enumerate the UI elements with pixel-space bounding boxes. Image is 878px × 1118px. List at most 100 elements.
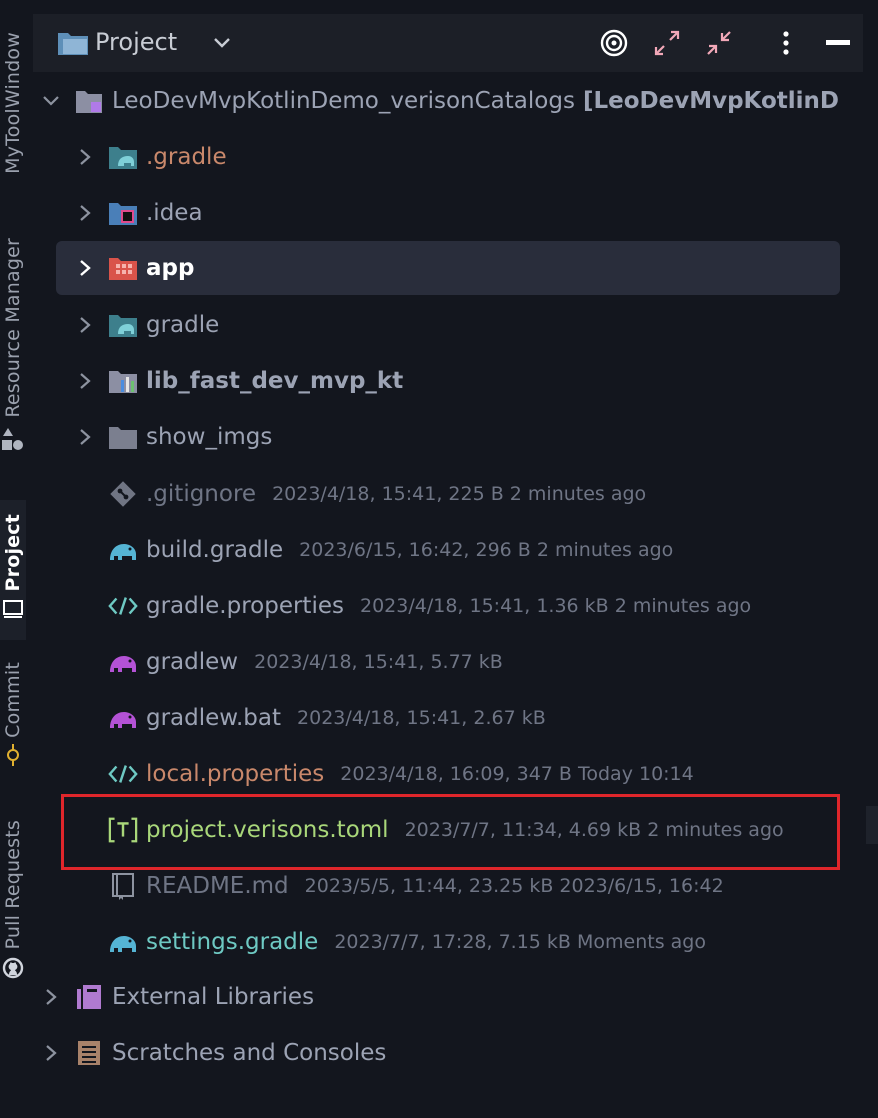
item-name: gradlew.bat (146, 705, 282, 731)
locate-button[interactable] (599, 28, 629, 58)
locate-icon (600, 29, 628, 57)
root-module: [LeoDevMvpKotlinD (582, 88, 839, 114)
tab-commit[interactable]: Commit (0, 662, 26, 782)
gradle-file-icon (108, 535, 138, 565)
git-icon (108, 479, 138, 509)
item-name: settings.gradle (146, 929, 319, 955)
item-meta: 2023/7/7, 17:28, 7.15 kB Moments ago (334, 931, 706, 953)
item-meta: 2023/4/18, 16:09, 347 B Today 10:14 (340, 763, 694, 785)
item-name: gradle (146, 312, 220, 338)
chevron-right-icon[interactable] (74, 426, 96, 448)
tab-resource-manager-label: Resource Manager (2, 238, 24, 418)
tree-item-build-gradle[interactable]: build.gradle 2023/6/15, 16:42, 296 B 2 m… (108, 528, 673, 572)
tree-item-gradle-dir[interactable]: .gradle (74, 135, 227, 179)
tree-root[interactable]: LeoDevMvpKotlinDemo_verisonCatalogs [Leo… (40, 79, 839, 123)
tree-item-local-properties[interactable]: local.properties 2023/4/18, 16:09, 347 B… (108, 752, 694, 796)
tab-resource-manager[interactable]: Resource Manager (0, 238, 26, 474)
chevron-down-icon[interactable] (40, 90, 62, 112)
item-meta: 2023/6/15, 16:42, 296 B 2 minutes ago (299, 539, 674, 561)
item-name: .idea (146, 200, 203, 226)
more-options-icon (783, 31, 789, 55)
project-folder-icon (58, 33, 88, 55)
properties-icon (108, 759, 138, 789)
item-name: Scratches and Consoles (112, 1040, 387, 1066)
tree-item-lib-module[interactable]: lib_fast_dev_mvp_kt (74, 359, 403, 403)
library-module-icon (108, 366, 138, 396)
item-name: app (146, 255, 195, 281)
item-name: build.gradle (146, 537, 284, 563)
chevron-right-icon[interactable] (74, 370, 96, 392)
collapse-all-icon (707, 31, 731, 55)
github-icon (2, 958, 24, 979)
item-meta: 2023/4/18, 15:41, 225 B 2 minutes ago (272, 483, 647, 505)
expand-all-icon (654, 30, 680, 56)
tree-item-external-libraries[interactable]: External Libraries (40, 975, 314, 1019)
collapse-all-button[interactable] (704, 28, 734, 58)
expand-all-button[interactable] (652, 28, 682, 58)
properties-icon (108, 591, 138, 621)
shapes-icon (2, 427, 23, 450)
item-name: .gradle (146, 144, 227, 170)
gradlew-icon (108, 703, 138, 733)
scrollbar-thumb[interactable] (866, 806, 878, 844)
libraries-icon (74, 982, 104, 1012)
item-name: gradle.properties (146, 593, 344, 619)
item-name: lib_fast_dev_mvp_kt (146, 368, 404, 394)
idea-folder-icon (108, 198, 138, 228)
tree-item-idea[interactable]: .idea (74, 191, 203, 235)
item-meta: 2023/4/18, 15:41, 1.36 kB 2 minutes ago (359, 595, 752, 617)
chevron-right-icon[interactable] (74, 314, 96, 336)
hide-button[interactable] (823, 28, 853, 58)
tree-item-show-imgs[interactable]: show_imgs (74, 415, 272, 459)
chevron-right-icon[interactable] (74, 257, 96, 279)
markdown-icon (108, 871, 138, 901)
tree-item-settings-gradle[interactable]: settings.gradle 2023/7/7, 17:28, 7.15 kB… (108, 920, 706, 964)
page-title: Project (95, 28, 178, 56)
scratches-icon (74, 1038, 104, 1068)
item-meta: 2023/4/18, 15:41, 2.67 kB (297, 707, 546, 729)
item-meta: 2023/5/5, 11:44, 23.25 kB 2023/6/15, 16:… (304, 875, 724, 897)
item-name: local.properties (146, 761, 325, 787)
gradle-folder-icon (108, 142, 138, 172)
tree-item-gradle-folder[interactable]: gradle (74, 303, 219, 347)
tab-mytoolwindow-label: MyToolWindow (2, 32, 24, 174)
item-name: gradlew (146, 649, 239, 675)
gradle-folder-icon (108, 310, 138, 340)
item-name: External Libraries (112, 984, 315, 1010)
chevron-right-icon[interactable] (40, 1042, 62, 1064)
item-name: README.md (146, 873, 289, 899)
item-meta: 2023/4/18, 15:41, 5.77 kB (254, 651, 503, 673)
item-name: .gitignore (146, 481, 257, 507)
project-header: Project (33, 14, 863, 72)
tab-mytoolwindow[interactable]: MyToolWindow (0, 32, 26, 198)
tree-item-gradlew-bat[interactable]: gradlew.bat 2023/4/18, 15:41, 2.67 kB (108, 696, 546, 740)
monitor-icon (3, 599, 23, 618)
tab-project-label: Project (2, 514, 24, 592)
project-module-icon (74, 86, 104, 116)
gradlew-icon (108, 647, 138, 677)
commit-icon (7, 743, 19, 766)
tree-item-app[interactable]: app (56, 241, 840, 295)
tree-item-gitignore[interactable]: .gitignore 2023/4/18, 15:41, 225 B 2 min… (108, 472, 646, 516)
item-name: show_imgs (146, 424, 273, 450)
tool-window-strip: MyToolWindow Resource Manager Project Co… (0, 0, 30, 1118)
tab-commit-label: Commit (2, 662, 24, 738)
gradle-file-icon (108, 927, 138, 957)
hide-icon (826, 40, 850, 45)
tab-project[interactable]: Project (0, 500, 26, 640)
more-options-button[interactable] (771, 28, 801, 58)
chevron-down-icon[interactable] (213, 36, 231, 50)
chevron-right-icon[interactable] (74, 202, 96, 224)
tree-item-gradlew[interactable]: gradlew 2023/4/18, 15:41, 5.77 kB (108, 640, 503, 684)
highlight-annotation-box (61, 794, 840, 870)
tab-pull-requests[interactable]: Pull Requests (0, 820, 26, 1006)
tree-item-scratches[interactable]: Scratches and Consoles (40, 1031, 386, 1075)
chevron-right-icon[interactable] (40, 986, 62, 1008)
tree-item-gradle-properties[interactable]: gradle.properties 2023/4/18, 15:41, 1.36… (108, 584, 751, 628)
android-module-icon (108, 253, 138, 283)
chevron-right-icon[interactable] (74, 146, 96, 168)
folder-icon (108, 422, 138, 452)
tab-pull-requests-label: Pull Requests (2, 820, 24, 950)
tree-item-readme[interactable]: README.md 2023/5/5, 11:44, 23.25 kB 2023… (108, 864, 724, 908)
root-name: LeoDevMvpKotlinDemo_verisonCatalogs (112, 88, 575, 114)
